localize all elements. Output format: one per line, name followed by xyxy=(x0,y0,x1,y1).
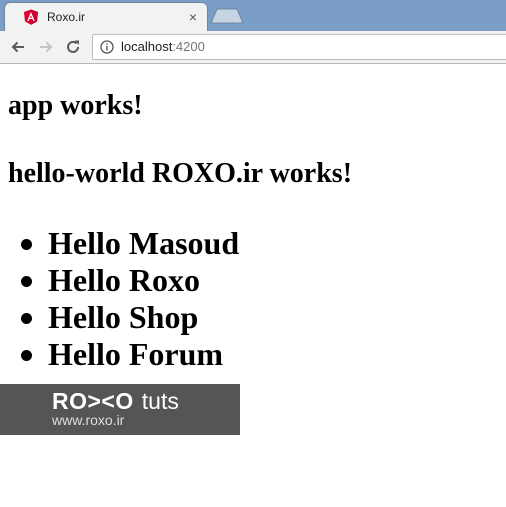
brand-url: www.roxo.ir xyxy=(52,412,125,428)
tuts-text: tuts xyxy=(141,388,179,414)
greeting-text: Hello Roxo xyxy=(48,262,200,298)
greeting-text: Hello Masoud xyxy=(48,225,240,261)
new-tab-button[interactable] xyxy=(210,8,244,24)
roxo-tuts-banner: RO><O tuts www.roxo.ir xyxy=(0,384,240,435)
browser-tab[interactable]: Roxo.ir × xyxy=(4,2,208,32)
tab-strip: Roxo.ir × xyxy=(0,0,506,32)
address-bar[interactable]: localhost:4200 xyxy=(92,34,506,60)
bullet-icon xyxy=(21,313,32,324)
page-content: app works! hello-world ROXO.ir works! He… xyxy=(0,64,506,507)
info-icon[interactable] xyxy=(100,40,114,54)
url-host: localhost xyxy=(121,39,173,54)
bullet-icon xyxy=(21,350,32,361)
greeting-text: Hello Forum xyxy=(48,336,224,372)
back-arrow-icon[interactable] xyxy=(9,38,27,56)
angular-icon xyxy=(23,9,39,25)
tab-title: Roxo.ir xyxy=(47,10,86,24)
app-heading: app works! xyxy=(8,90,143,121)
roxo-logo-text: RO><O xyxy=(52,388,134,414)
url-port: :4200 xyxy=(172,39,205,54)
bullet-icon xyxy=(21,239,32,250)
close-tab-icon[interactable]: × xyxy=(185,8,201,26)
url-text[interactable]: localhost:4200 xyxy=(121,39,205,55)
bullet-icon xyxy=(21,276,32,287)
forward-arrow-icon[interactable] xyxy=(37,38,55,56)
reload-icon[interactable] xyxy=(64,38,82,56)
browser-toolbar: localhost:4200 xyxy=(0,31,506,64)
hello-world-heading: hello-world ROXO.ir works! xyxy=(8,158,353,189)
greeting-text: Hello Shop xyxy=(48,299,199,335)
